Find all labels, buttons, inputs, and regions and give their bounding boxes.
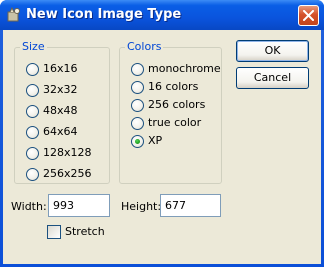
height-label: Height: [121,200,162,213]
radio-label: 16 colors [148,80,199,93]
radio-circle [131,63,144,76]
radio-label: 256x256 [43,167,92,180]
app-icon [6,6,22,23]
stretch-checkbox[interactable] [47,225,61,239]
cancel-button[interactable]: Cancel [236,67,309,89]
radio-label: 16x16 [43,62,78,75]
radio-label: 64x64 [43,125,78,138]
radio-circle [131,135,144,148]
radio-label: 128x128 [43,146,92,159]
width-input[interactable]: 993 [48,194,110,217]
close-icon [303,10,314,21]
radio-circle [26,147,39,160]
radio-label: XP [148,134,163,147]
radio-label: 256 colors [148,98,206,111]
radio-circle [131,81,144,94]
radio-label: 32x32 [43,83,78,96]
radio-circle [131,117,144,130]
radio-label: true color [148,116,202,129]
radio-circle [26,168,39,181]
window-title: New Icon Image Type [26,7,182,22]
radio-label: monochrome [148,62,221,75]
radio-selected-dot [135,139,140,144]
title-bar[interactable]: New Icon Image Type [0,0,324,30]
radio-circle [26,105,39,118]
close-button[interactable] [298,5,319,26]
dialog-window: New Icon Image Type Size 16x16 32x32 48x… [0,0,324,267]
colors-group: Colors monochrome 16 colors 256 colors t… [119,40,222,184]
height-input[interactable]: 677 [160,194,221,217]
colors-group-legend: Colors [125,40,164,53]
stretch-label[interactable]: Stretch [65,225,105,238]
radio-circle [26,84,39,97]
size-group-legend: Size [20,40,47,53]
ok-button[interactable]: OK [236,40,309,62]
radio-label: 48x48 [43,104,78,117]
size-group: Size 16x16 32x32 48x48 64x64 128x128 256… [14,40,110,184]
width-label: Width: [11,200,47,213]
radio-circle [131,99,144,112]
radio-circle [26,63,39,76]
radio-circle [26,126,39,139]
